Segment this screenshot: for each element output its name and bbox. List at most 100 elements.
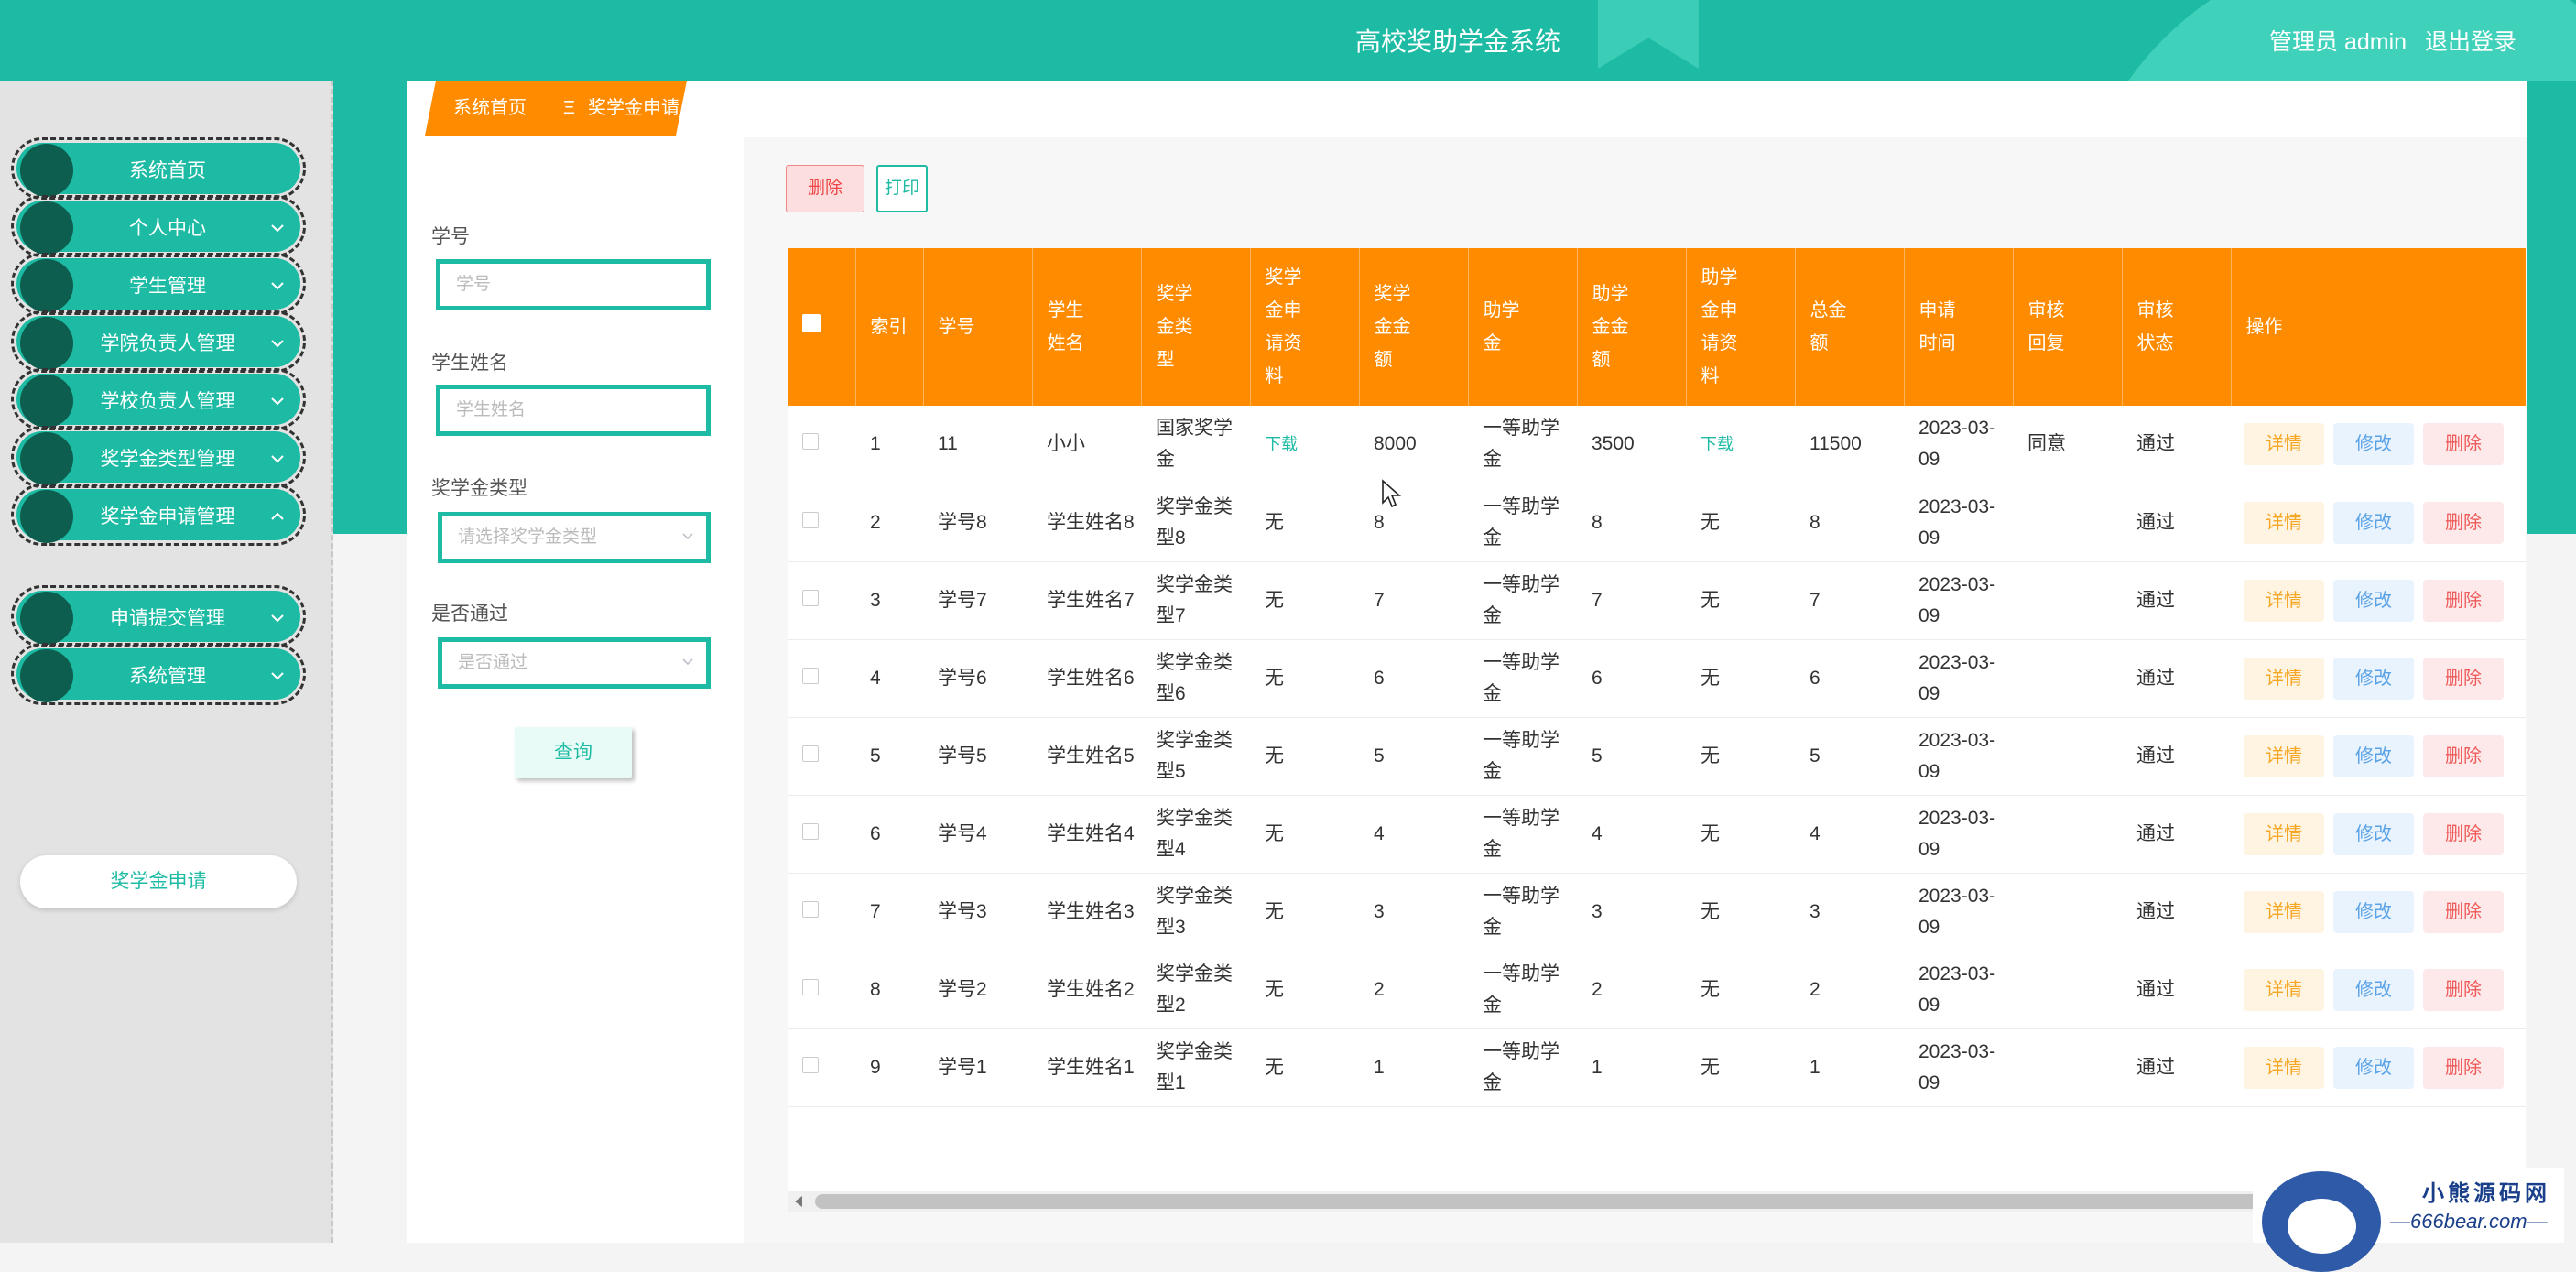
cell-sch_file: 无	[1250, 873, 1359, 951]
cell-value: 无	[1701, 511, 1720, 533]
row-checkbox[interactable]	[802, 978, 819, 995]
detail-button[interactable]: 详情	[2244, 812, 2324, 855]
column-header-label: 审核状态	[2136, 300, 2174, 353]
cell-value: 学号4	[938, 822, 987, 844]
detail-button[interactable]: 详情	[2244, 734, 2324, 777]
cell-ops: 详情 修改 删除	[2231, 561, 2526, 640]
delete-button[interactable]: 删除	[2423, 501, 2504, 544]
download-link[interactable]: 下载	[1701, 429, 1792, 460]
cell-name: 学生姓名2	[1032, 951, 1141, 1029]
download-link[interactable]: 下载	[1265, 429, 1356, 460]
edit-button[interactable]: 修改	[2333, 657, 2414, 700]
breadcrumb: 系统首页 Ξ 奖学金申请	[425, 81, 687, 136]
edit-button[interactable]: 修改	[2333, 890, 2414, 933]
cell-check	[788, 561, 855, 640]
row-checkbox[interactable]	[802, 511, 819, 528]
cell-time: 2023-03-09	[1904, 873, 2013, 951]
row-checkbox[interactable]	[802, 667, 819, 684]
edit-button[interactable]: 修改	[2333, 734, 2414, 777]
detail-button[interactable]: 详情	[2244, 890, 2324, 933]
cell-value: 4	[1592, 822, 1603, 844]
cell-reply	[2013, 873, 2122, 951]
sidebar-item-8[interactable]: 系统管理	[11, 643, 306, 705]
batch-delete-button[interactable]: 删除	[786, 165, 864, 212]
row-checkbox[interactable]	[802, 900, 819, 918]
delete-button[interactable]: 删除	[2423, 579, 2504, 622]
cell-sch_file: 无	[1250, 951, 1359, 1029]
scroll-left-icon[interactable]	[795, 1196, 802, 1207]
edit-button[interactable]: 修改	[2333, 423, 2414, 466]
detail-button[interactable]: 详情	[2244, 968, 2324, 1011]
cell-value: 2	[870, 511, 881, 533]
column-header-ops: 操作	[2231, 248, 2526, 406]
main-content: 系统首页 Ξ 奖学金申请 学号 学号 学生姓名 学生姓名 奖学金类型 请选择奖学…	[407, 81, 2527, 1243]
sidebar-item-5[interactable]: 奖学金类型管理	[11, 426, 306, 488]
breadcrumb-home[interactable]: 系统首页	[453, 81, 527, 136]
pass-select[interactable]: 是否通过	[438, 637, 711, 689]
cell-value: 一等助学金	[1483, 885, 1560, 938]
cell-value: 无	[1701, 745, 1720, 766]
row-checkbox[interactable]	[802, 589, 819, 606]
column-header-label: 助学金申请资料	[1701, 267, 1738, 386]
print-button[interactable]: 打印	[876, 165, 928, 212]
cell-name: 学生姓名8	[1032, 484, 1141, 562]
sidebar-item-4[interactable]: 学校负责人管理	[11, 368, 306, 430]
cell-grant: 一等助学金	[1468, 951, 1577, 1029]
student-no-input[interactable]: 学号	[436, 259, 711, 310]
submenu-item-scholarship-apply[interactable]: 奖学金申请	[20, 855, 297, 908]
cell-name: 学生姓名3	[1032, 873, 1141, 951]
menu-dot-icon	[20, 259, 73, 312]
delete-button[interactable]: 删除	[2423, 890, 2504, 933]
student-name-input[interactable]: 学生姓名	[436, 385, 711, 436]
cell-index: 6	[855, 795, 923, 874]
sidebar-item-3[interactable]: 学院负责人管理	[11, 310, 306, 373]
row-checkbox[interactable]	[802, 1056, 819, 1073]
edit-button[interactable]: 修改	[2333, 812, 2414, 855]
delete-button[interactable]: 删除	[2423, 423, 2504, 466]
cell-value: 奖学金类型1	[1156, 1040, 1233, 1093]
detail-button[interactable]: 详情	[2244, 579, 2324, 622]
delete-button[interactable]: 删除	[2423, 968, 2504, 1011]
column-header-total: 总金额	[1795, 248, 1905, 406]
cell-sch_amount: 6	[1359, 639, 1468, 718]
cell-time: 2023-03-09	[1904, 639, 2013, 718]
edit-button[interactable]: 修改	[2333, 579, 2414, 622]
delete-button[interactable]: 删除	[2423, 734, 2504, 777]
delete-button[interactable]: 删除	[2423, 812, 2504, 855]
detail-button[interactable]: 详情	[2244, 423, 2324, 466]
row-checkbox[interactable]	[802, 822, 819, 840]
row-checkbox[interactable]	[802, 433, 819, 451]
logout-link[interactable]: 退出登录	[2425, 29, 2516, 55]
sidebar-item-0[interactable]: 系统首页	[11, 137, 306, 200]
edit-button[interactable]: 修改	[2333, 1046, 2414, 1089]
cell-name: 学生姓名4	[1032, 795, 1141, 874]
column-header-grant_file: 助学金申请资料	[1686, 248, 1796, 406]
cell-value: 一等助学金	[1483, 651, 1560, 704]
detail-button[interactable]: 详情	[2244, 657, 2324, 700]
delete-button[interactable]: 删除	[2423, 1046, 2504, 1089]
user-label: 管理员 admin	[2269, 29, 2408, 55]
detail-button[interactable]: 详情	[2244, 1046, 2324, 1089]
delete-button[interactable]: 删除	[2423, 657, 2504, 700]
scrollbar-thumb[interactable]	[815, 1194, 2390, 1209]
sidebar-item-6[interactable]: 奖学金申请管理	[11, 484, 306, 546]
detail-button[interactable]: 详情	[2244, 501, 2324, 544]
cell-value: 通过	[2136, 978, 2175, 1000]
cell-value: 学号2	[938, 978, 987, 1000]
cell-type: 奖学金类型1	[1141, 1028, 1250, 1107]
query-button[interactable]: 查询	[515, 727, 632, 778]
row-checkbox[interactable]	[802, 745, 819, 762]
cell-grant_amount: 7	[1577, 561, 1686, 640]
column-header-type: 奖学金类型	[1141, 248, 1251, 406]
sidebar-item-7[interactable]: 申请提交管理	[11, 585, 306, 647]
cell-value: 通过	[2136, 900, 2175, 922]
cell-type: 奖学金类型4	[1141, 795, 1250, 874]
sidebar-item-1[interactable]: 个人中心	[11, 195, 306, 257]
edit-button[interactable]: 修改	[2333, 501, 2414, 544]
select-all-checkbox[interactable]	[802, 314, 821, 332]
cell-value: 2023-03-09	[1918, 962, 1996, 1016]
cell-value: 7	[1374, 589, 1385, 611]
edit-button[interactable]: 修改	[2333, 968, 2414, 1011]
sidebar-item-2[interactable]: 学生管理	[11, 253, 306, 315]
scholarship-type-select[interactable]: 请选择奖学金类型	[438, 512, 711, 563]
